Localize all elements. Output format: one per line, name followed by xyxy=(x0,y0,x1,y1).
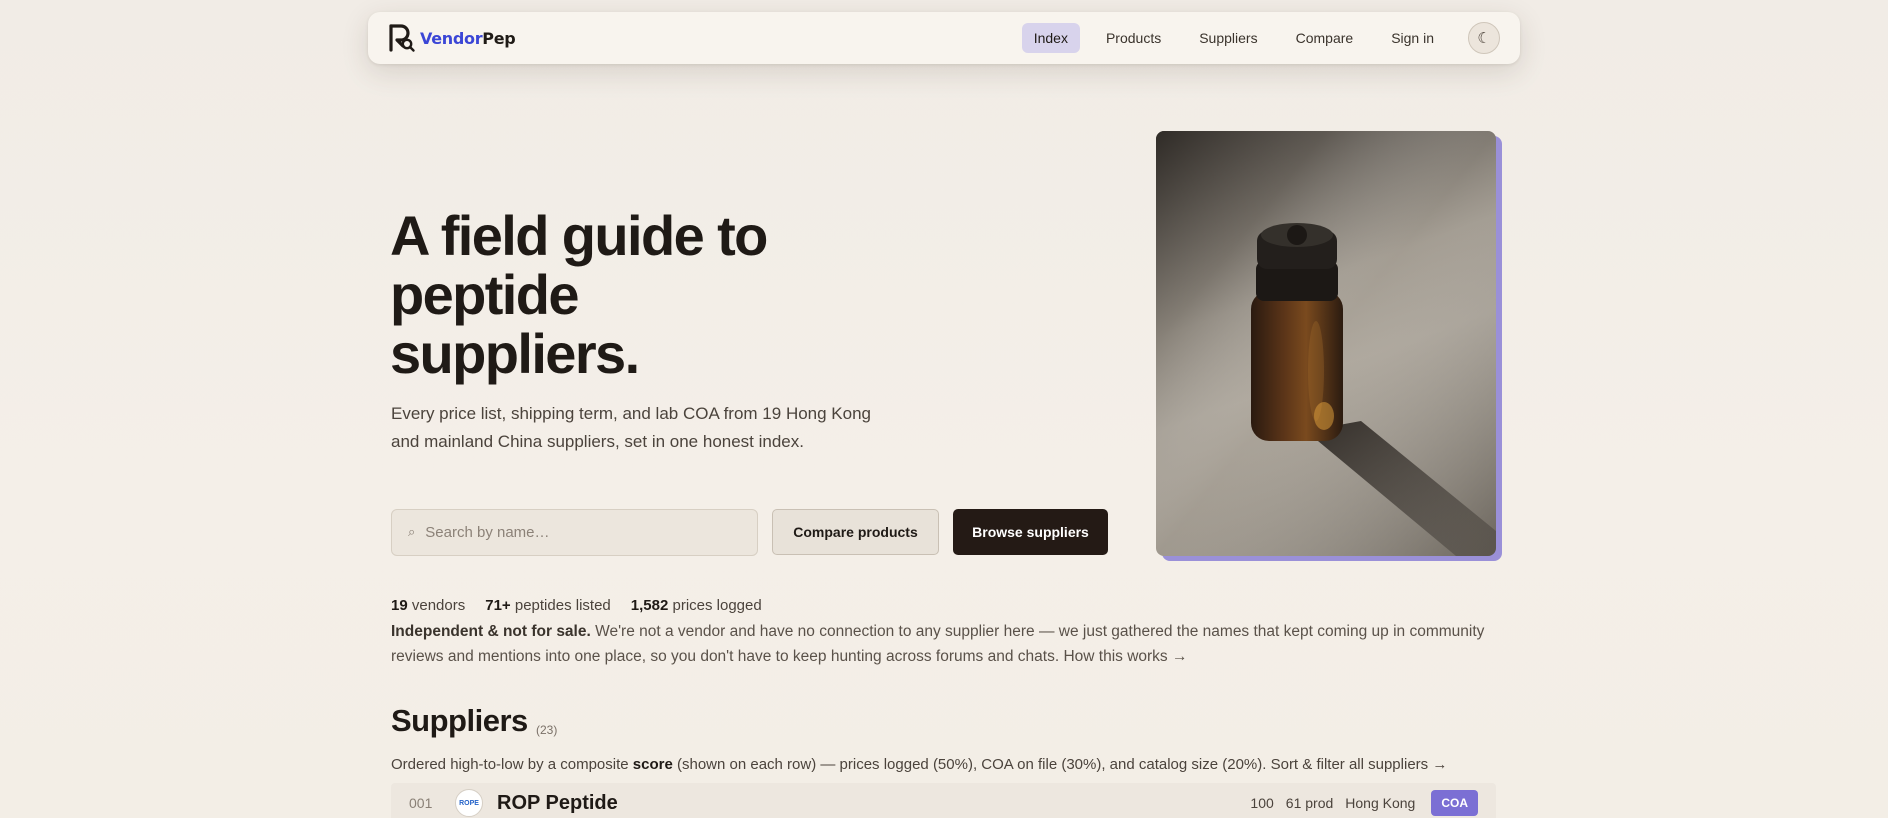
coa-badge: COA xyxy=(1431,790,1478,816)
hero-subtitle: Every price list, shipping term, and lab… xyxy=(391,404,872,451)
brand[interactable]: VendorPep xyxy=(388,23,516,53)
search-icon: ⌕ xyxy=(408,525,416,540)
nav-link-compare[interactable]: Compare xyxy=(1284,23,1366,53)
nav-link-products[interactable]: Products xyxy=(1094,23,1173,53)
browse-suppliers-button[interactable]: Browse suppliers xyxy=(953,509,1108,555)
how-this-works-link[interactable]: How this works → xyxy=(1063,648,1187,665)
nav-link-suppliers[interactable]: Suppliers xyxy=(1187,23,1269,53)
brand-name: VendorPep xyxy=(420,28,516,48)
hero-vial-image xyxy=(1156,131,1496,556)
stat-vendors: 19 vendors xyxy=(391,597,466,614)
nav-link-index[interactable]: Index xyxy=(1021,23,1080,53)
hero-title: A field guide to peptide suppliers. xyxy=(390,204,768,385)
theme-toggle-moon-icon[interactable]: ☾ xyxy=(1468,22,1500,54)
compare-products-button[interactable]: Compare products xyxy=(772,509,939,555)
stat-peptides: 71+ peptides listed xyxy=(485,597,611,614)
suppliers-description: Ordered high-to-low by a composite score… xyxy=(391,756,1448,773)
supplier-product-count: 61 prod xyxy=(1285,795,1334,811)
suppliers-heading: Suppliers xyxy=(391,703,528,738)
search-box[interactable]: ⌕ xyxy=(391,509,758,556)
supplier-row[interactable]: 001 ROPE ROP Peptide 100 61 prod Hong Ko… xyxy=(391,783,1496,818)
suppliers-count: (23) xyxy=(536,723,558,737)
supplier-meta: 100 61 prod Hong Kong COA xyxy=(1250,790,1478,816)
stat-prices: 1,582 prices logged xyxy=(630,597,762,614)
supplier-score: 100 xyxy=(1250,795,1274,811)
supplier-logo: ROPE xyxy=(455,789,483,817)
nav-links: Index Products Suppliers Compare Sign in… xyxy=(1021,22,1500,54)
row-number: 001 xyxy=(409,795,433,811)
supplier-name: ROP Peptide xyxy=(497,791,618,814)
stats-bar: 19 vendors 71+ peptides listed 1,582 pri… xyxy=(391,597,762,614)
supplier-location: Hong Kong xyxy=(1345,795,1416,811)
top-nav: VendorPep Index Products Suppliers Compa… xyxy=(368,12,1520,64)
search-input[interactable] xyxy=(425,524,741,541)
sort-filter-suppliers-link[interactable]: Sort & filter all suppliers → xyxy=(1271,756,1448,773)
brand-logo-icon xyxy=(388,23,416,53)
nav-link-sign-in[interactable]: Sign in xyxy=(1379,23,1446,53)
independence-note: Independent & not for sale. We're not a … xyxy=(391,623,1485,665)
